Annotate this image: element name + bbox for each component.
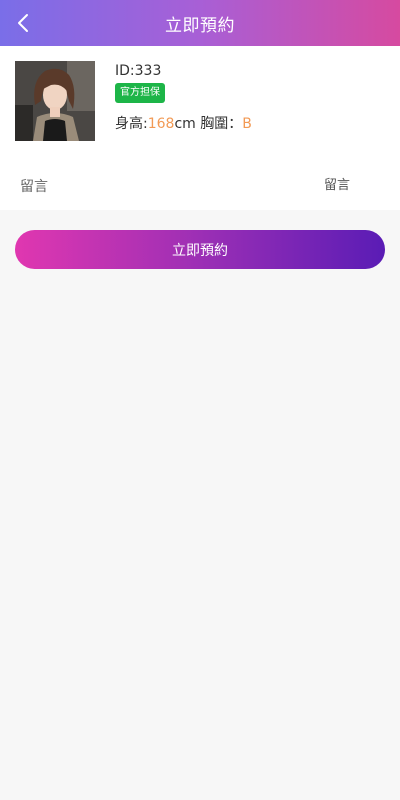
message-input[interactable] (80, 170, 350, 200)
message-label: 留言 (20, 179, 48, 195)
avatar[interactable] (15, 61, 95, 141)
book-now-button[interactable]: 立即預約 (15, 230, 385, 269)
back-button[interactable] (8, 8, 38, 38)
profile-card: ID:333 官方担保 身高:168cm 胸圍：B 留言 (0, 46, 400, 210)
message-row: 留言 (0, 170, 400, 200)
verified-badge: 官方担保 (115, 83, 165, 103)
profile-id: ID:333 (115, 63, 162, 79)
profile-stats: 身高:168cm 胸圍：B (115, 115, 252, 133)
bust-value: B (242, 116, 252, 132)
bust-label: 胸圍： (195, 116, 243, 132)
page-title: 立即預約 (165, 15, 235, 36)
profile-info: ID:333 官方担保 身高:168cm 胸圍：B (115, 62, 252, 133)
chevron-left-icon (18, 14, 28, 32)
header-bar: 立即預約 (0, 0, 400, 46)
height-label: 身高: (115, 116, 148, 132)
height-unit: cm (174, 116, 196, 132)
height-value: 168 (147, 116, 175, 132)
